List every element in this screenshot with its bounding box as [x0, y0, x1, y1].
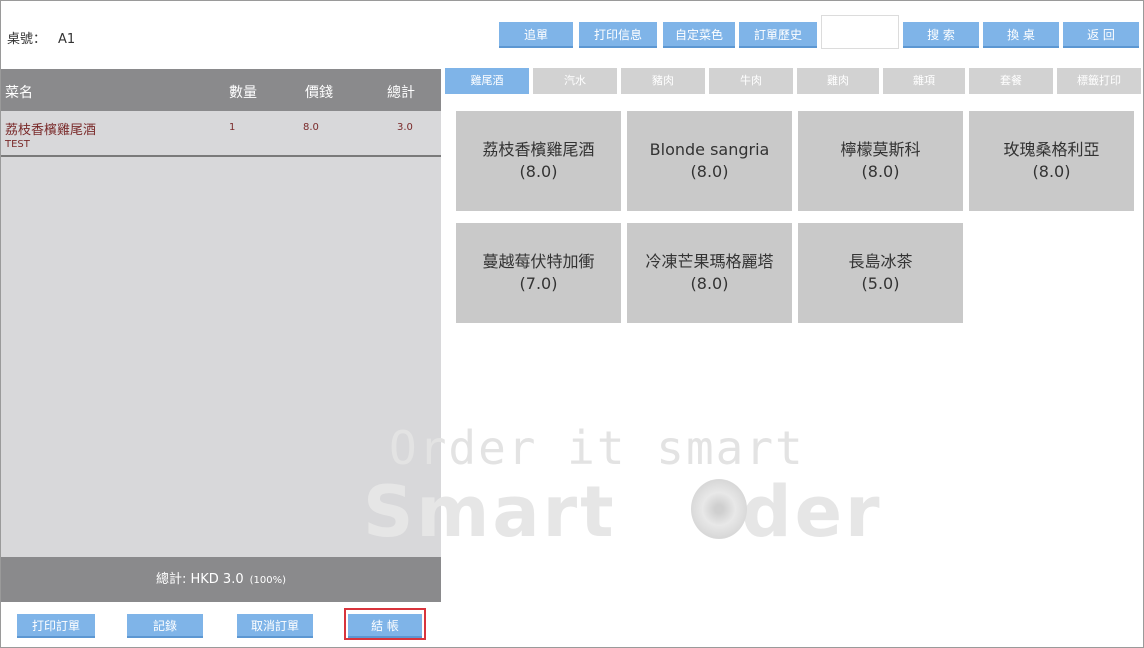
cancel-order-button[interactable]: 取消訂單	[237, 614, 313, 638]
menu-item-card[interactable]: Blonde sangria (8.0)	[627, 111, 792, 211]
search-button[interactable]: 搜 索	[903, 22, 979, 48]
menu-item-price: (8.0)	[690, 162, 729, 181]
tab-cocktails[interactable]: 雞尾酒	[445, 68, 529, 94]
menu-item-card[interactable]: 檸檬莫斯科 (8.0)	[798, 111, 963, 211]
order-row[interactable]: 荔枝香檳雞尾酒 TEST 1 8.0 3.0	[1, 113, 441, 157]
app-window: 桌號： A1 追單 打印信息 自定菜色 訂單歷史 搜 索 換 桌 返 回 菜名 數…	[0, 0, 1144, 648]
order-item-price: 8.0	[303, 122, 319, 133]
menu-item-name: 蔓越莓伏特加衝	[482, 252, 595, 271]
menu-item-price: (5.0)	[861, 274, 900, 293]
custom-color-button[interactable]: 自定菜色	[663, 22, 735, 48]
tab-chicken[interactable]: 雞肉	[797, 68, 879, 94]
tab-label-print[interactable]: 標籤打印	[1057, 68, 1141, 94]
tab-set-meal[interactable]: 套餐	[969, 68, 1053, 94]
order-item-total: 3.0	[397, 122, 413, 133]
watermark-logo-text: Smart rder	[363, 471, 883, 553]
menu-item-price: (8.0)	[1032, 162, 1071, 181]
records-button[interactable]: 記錄	[127, 614, 203, 638]
menu-item-card[interactable]: 蔓越莓伏特加衝 (7.0)	[456, 223, 621, 323]
menu-item-price: (8.0)	[861, 162, 900, 181]
menu-item-name: 冷凍芒果瑪格麗塔	[645, 252, 774, 271]
column-total: 總計	[387, 85, 415, 101]
menu-item-price: (8.0)	[519, 162, 558, 181]
tab-pork[interactable]: 豬肉	[621, 68, 705, 94]
column-price: 價錢	[305, 85, 333, 101]
back-button[interactable]: 返 回	[1063, 22, 1139, 48]
menu-item-name: 長島冰茶	[848, 252, 913, 271]
menu-item-price: (8.0)	[690, 274, 729, 293]
column-qty: 數量	[229, 85, 257, 101]
menu-item-card[interactable]: 長島冰茶 (5.0)	[798, 223, 963, 323]
checkout-button[interactable]: 結 帳	[348, 614, 422, 638]
tab-misc[interactable]: 雜項	[883, 68, 965, 94]
order-item-qty: 1	[229, 122, 236, 133]
menu-item-card[interactable]: 荔枝香檳雞尾酒 (8.0)	[456, 111, 621, 211]
watermark-word-smart: Smart	[363, 471, 644, 553]
order-item-name: 荔枝香檳雞尾酒	[5, 123, 97, 138]
order-history-button[interactable]: 訂單歷史	[739, 22, 817, 48]
table-number: A1	[58, 32, 76, 47]
menu-item-card[interactable]: 玫瑰桑格利亞 (8.0)	[969, 111, 1134, 211]
order-total-bar: 總計: HKD 3.0 (100%)	[1, 557, 441, 602]
print-order-button[interactable]: 打印訂單	[17, 614, 95, 638]
table-number-label: 桌號： A1	[7, 28, 75, 47]
print-info-button[interactable]: 打印信息	[579, 22, 657, 48]
order-total-text: 總計: HKD 3.0	[155, 572, 244, 587]
menu-item-name: 玫瑰桑格利亞	[1003, 140, 1100, 159]
change-table-button[interactable]: 換 桌	[983, 22, 1059, 48]
tab-soda[interactable]: 汽水	[533, 68, 617, 94]
menu-item-name: 荔枝香檳雞尾酒	[482, 140, 595, 159]
order-item-note: TEST	[5, 139, 30, 150]
add-order-button[interactable]: 追單	[499, 22, 573, 48]
fingerprint-icon	[691, 479, 747, 539]
search-input[interactable]	[821, 15, 899, 49]
order-total-percent: (100%)	[249, 575, 287, 586]
tab-beef[interactable]: 牛肉	[709, 68, 793, 94]
menu-item-name: Blonde sangria	[649, 140, 770, 159]
menu-item-name: 檸檬莫斯科	[840, 140, 921, 159]
order-list-header: 菜名 數量 價錢 總計	[1, 69, 441, 111]
watermark-tagline: Order it smart	[389, 421, 805, 475]
menu-item-price: (7.0)	[519, 274, 558, 293]
table-label-text: 桌號：	[7, 32, 47, 47]
menu-item-card[interactable]: 冷凍芒果瑪格麗塔 (8.0)	[627, 223, 792, 323]
column-name: 菜名	[5, 85, 33, 101]
